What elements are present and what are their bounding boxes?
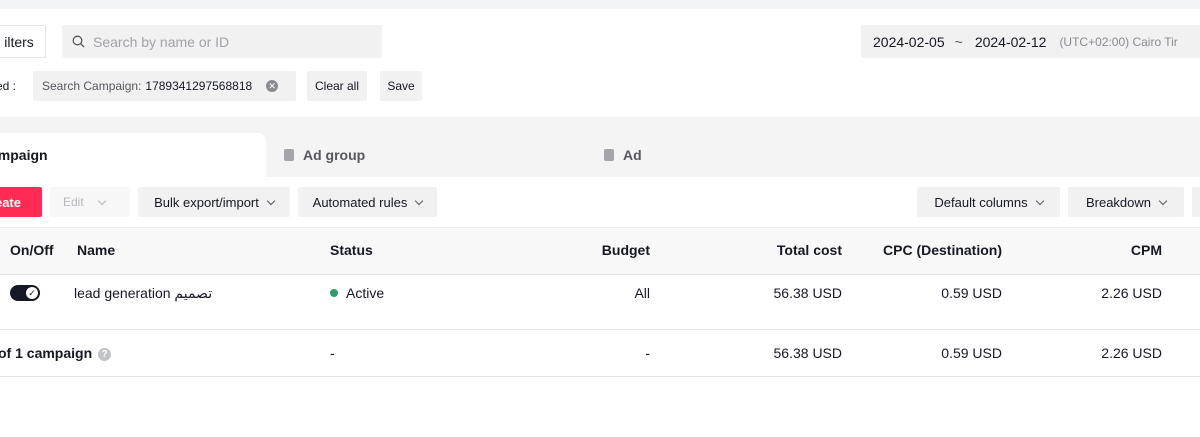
filter-chip-key: Search Campaign: (42, 79, 142, 93)
budget-cell: All (634, 285, 650, 301)
tab-ad-label: Ad (623, 147, 642, 163)
filters-label: ilters (4, 33, 34, 50)
row-divider (0, 329, 1200, 330)
column-header-cpm[interactable]: CPM (1040, 242, 1162, 258)
bulk-export-import-button[interactable]: Bulk export/import (138, 187, 290, 217)
tab-campaign-label: ampaign (0, 147, 48, 163)
tab-ad[interactable]: Ad (604, 133, 642, 177)
clear-all-button[interactable]: Clear all (307, 71, 367, 101)
create-button[interactable]: eate (0, 187, 42, 217)
edit-label: Edit (63, 195, 84, 209)
tab-ad-group-label: Ad group (303, 147, 366, 163)
applied-filters-label: ed : (0, 79, 17, 93)
ad-icon (604, 149, 614, 161)
chevron-down-icon (266, 196, 276, 205)
more-options-button[interactable] (1192, 187, 1200, 217)
edit-button[interactable]: Edit (50, 187, 130, 217)
column-header-name[interactable]: Name (77, 242, 115, 258)
table-bottom-line (0, 376, 1200, 377)
default-columns-label: Default columns (934, 194, 1028, 210)
search-placeholder: Search by name or ID (93, 33, 230, 50)
filter-chip-value: 1789341297568818 (145, 79, 253, 93)
column-header-total-cost[interactable]: Total cost (700, 242, 842, 258)
status-dot (330, 289, 338, 297)
default-columns-button[interactable]: Default columns (917, 187, 1060, 217)
remove-filter-icon[interactable]: ✕ (266, 80, 279, 92)
total-status-cell: - (330, 345, 335, 361)
check-icon: ✓ (26, 287, 38, 299)
cpm-cell: 2.26 USD (1101, 285, 1162, 301)
date-end: 2024-02-12 (974, 33, 1047, 50)
total-cpc-cell: 0.59 USD (941, 345, 1002, 361)
status-text: Active (346, 285, 385, 301)
column-header-cpc[interactable]: CPC (Destination) (860, 242, 1002, 258)
save-filter-button[interactable]: Save (380, 71, 422, 101)
campaign-name-link[interactable]: lead generation تصميم (74, 285, 212, 302)
create-label: eate (0, 194, 21, 210)
chevron-down-icon (1158, 196, 1168, 205)
search-input[interactable]: Search by name or ID (62, 25, 382, 58)
filters-button[interactable]: ilters (0, 25, 46, 58)
date-start: 2024-02-05 (873, 33, 945, 50)
column-header-onoff[interactable]: On/Off (10, 242, 54, 258)
tab-campaign[interactable]: ampaign (0, 133, 266, 177)
search-icon (72, 35, 85, 48)
total-label-text: of 1 campaign (0, 345, 93, 361)
automated-label: Automated rules (312, 194, 408, 210)
chevron-down-icon (415, 196, 424, 205)
breakdown-button[interactable]: Breakdown (1068, 187, 1184, 217)
automated-rules-button[interactable]: Automated rules (298, 187, 437, 217)
chevron-down-icon (97, 196, 106, 205)
filter-chip: Search Campaign: 1789341297568818 ✕ (33, 71, 296, 101)
total-cost-total-cell: 56.38 USD (773, 345, 842, 361)
ad-group-icon (284, 149, 294, 161)
total-budget-cell: - (645, 345, 650, 361)
total-cpm-cell: 2.26 USD (1101, 345, 1162, 361)
total-row-label: of 1 campaign? (0, 345, 112, 361)
date-separator: ~ (954, 33, 963, 50)
bulk-label: Bulk export/import (154, 194, 259, 210)
column-header-status[interactable]: Status (330, 242, 373, 258)
timezone-label: (UTC+02:00) Cairo Tir (1059, 34, 1178, 49)
breakdown-label: Breakdown (1085, 194, 1152, 210)
tab-ad-group[interactable]: Ad group (284, 133, 365, 177)
top-strip (0, 0, 1200, 9)
total-cost-cell: 56.38 USD (773, 285, 842, 301)
cpc-cell: 0.59 USD (941, 285, 1002, 301)
campaign-toggle[interactable]: ✓ (10, 285, 40, 301)
help-icon[interactable]: ? (98, 348, 112, 361)
date-range-picker[interactable]: 2024-02-05 ~ 2024-02-12 (UTC+02:00) Cair… (861, 25, 1200, 58)
chevron-down-icon (1035, 196, 1044, 205)
column-header-budget[interactable]: Budget (540, 242, 650, 258)
